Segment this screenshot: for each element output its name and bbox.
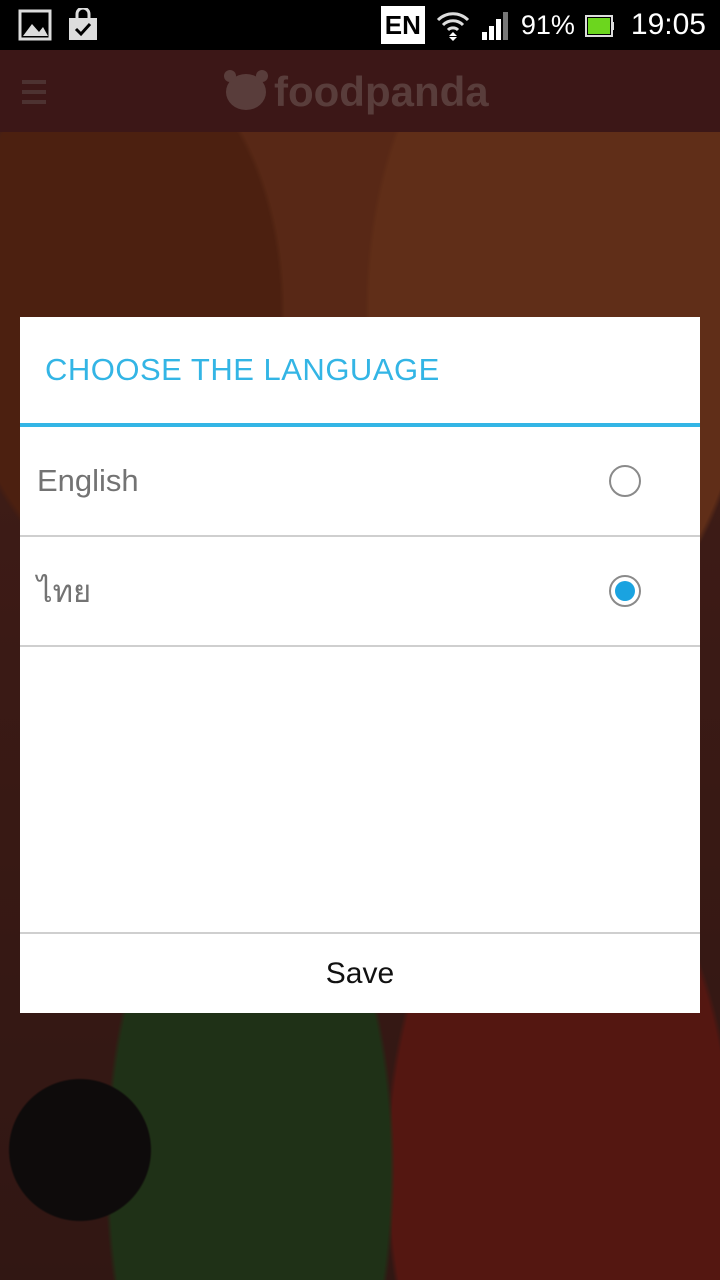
dialog-title: CHOOSE THE LANGUAGE bbox=[20, 317, 700, 427]
wifi-icon bbox=[436, 12, 469, 41]
clock: 19:05 bbox=[630, 8, 706, 41]
shopping-bag-check-icon bbox=[69, 8, 97, 40]
radio-thai[interactable] bbox=[609, 575, 641, 607]
save-button[interactable]: Save bbox=[20, 932, 700, 1013]
language-option-english[interactable]: English bbox=[20, 427, 700, 537]
battery-icon bbox=[584, 15, 614, 37]
input-language-badge: EN bbox=[380, 6, 425, 44]
language-dialog: CHOOSE THE LANGUAGE English ไทย Save bbox=[20, 317, 700, 1013]
language-option-thai[interactable]: ไทย bbox=[20, 537, 700, 647]
option-label: English bbox=[37, 463, 139, 498]
status-bar: EN 91% 19:05 bbox=[0, 0, 720, 50]
option-label: ไทย bbox=[37, 574, 92, 609]
radio-english[interactable] bbox=[609, 465, 641, 497]
signal-icon bbox=[481, 12, 508, 40]
battery-percent: 91% bbox=[520, 9, 575, 40]
gallery-icon bbox=[18, 9, 52, 41]
